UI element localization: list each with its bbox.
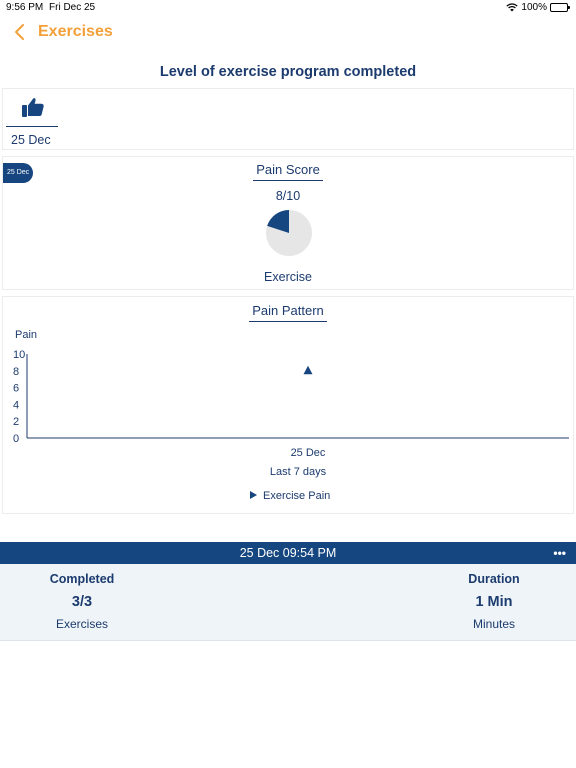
y-tick-label: 6 — [13, 383, 19, 395]
status-time: 9:56 PM — [6, 2, 44, 13]
icon-underline — [6, 126, 58, 127]
pain-pattern-card: Pain Pattern Pain 0 2 4 6 8 10 25 Dec Last 7 day… — [2, 296, 574, 514]
pain-score-value: 8/10 — [275, 189, 301, 203]
pain-score-title: Pain Score — [3, 162, 573, 181]
y-tick-label: 8 — [13, 366, 19, 378]
battery-percent: 100% — [521, 2, 547, 13]
pain-score-caption: Exercise — [264, 270, 312, 284]
back-label: Exercises — [38, 23, 113, 40]
y-tick-label: 4 — [13, 399, 19, 411]
duration-value: 1 Min — [475, 594, 513, 610]
y-tick-label: 0 — [13, 433, 19, 445]
completed-label: Completed — [49, 572, 115, 586]
y-tick-label: 10 — [13, 349, 25, 361]
completed-value: 3/3 — [71, 594, 93, 610]
pain-score-pie — [266, 210, 312, 256]
pain-score-card: 25 Dec Pain Score 8/10 Exercise — [2, 156, 574, 290]
wifi-icon — [506, 3, 519, 12]
nav-bar: Exercises — [0, 18, 576, 50]
duration-unit: Minutes — [472, 617, 516, 631]
duration-label: Duration — [468, 572, 520, 586]
y-tick-label: 2 — [13, 416, 19, 428]
x-axis-label: Last 7 days — [270, 466, 327, 478]
level-date: 25 Dec — [11, 133, 51, 147]
legend-marker-icon — [250, 491, 257, 499]
back-button[interactable]: Exercises — [12, 22, 113, 42]
session-header: 25 Dec 09:54 PM ••• — [0, 542, 576, 564]
status-bar: 9:56 PM Fri Dec 25 100% — [0, 0, 576, 16]
page-title: Level of exercise program completed — [159, 64, 417, 80]
level-card: 25 Dec — [2, 88, 574, 150]
session-summary: Completed 3/3 Exercises Duration 1 Min M… — [0, 564, 576, 641]
session-datetime: 25 Dec 09:54 PM — [239, 546, 337, 560]
more-options-icon[interactable]: ••• — [553, 546, 566, 560]
completed-unit: Exercises — [55, 617, 108, 631]
data-point-triangle — [303, 365, 313, 375]
battery-icon — [550, 3, 570, 12]
status-right: 100% — [506, 2, 570, 13]
status-date: Fri Dec 25 — [49, 2, 96, 13]
pain-pattern-chart: Pain 0 2 4 6 8 10 25 Dec Last 7 days Exercise Pai… — [13, 329, 569, 502]
chevron-left-icon — [15, 24, 24, 40]
legend-label: Exercise Pain — [263, 490, 330, 502]
x-tick-label: 25 Dec — [291, 447, 326, 459]
y-axis-label: Pain — [15, 329, 37, 341]
thumbs-up-icon — [22, 98, 44, 117]
